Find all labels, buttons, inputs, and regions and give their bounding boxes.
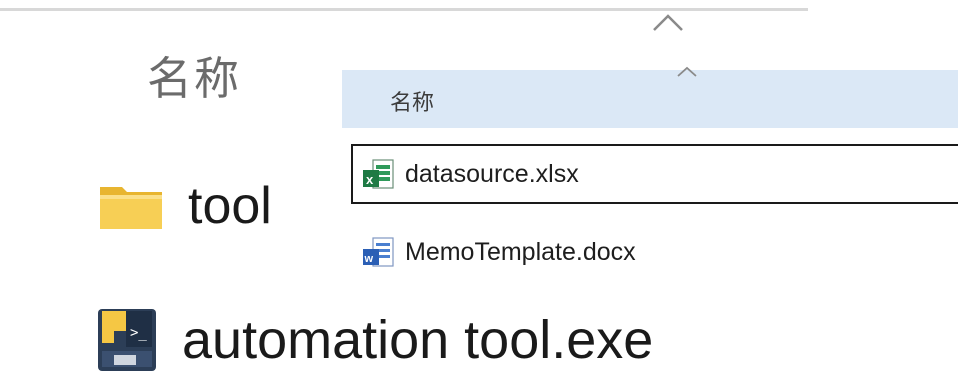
list-item-docx[interactable]: w MemoTemplate.docx xyxy=(361,224,636,280)
excel-file-icon: x xyxy=(361,157,395,191)
svg-text:w: w xyxy=(364,253,374,265)
column-header-name[interactable]: 名称 xyxy=(390,85,434,117)
sort-ascending-icon[interactable] xyxy=(652,12,684,32)
back-column-header-name[interactable]: 名称 xyxy=(147,42,241,107)
file-name: datasource.xlsx xyxy=(405,159,579,188)
python-exe-icon: >_ xyxy=(96,307,158,373)
list-item-executable[interactable]: >_ automation tool.exe xyxy=(96,305,653,375)
svg-text:>_: >_ xyxy=(130,325,147,341)
file-name: MemoTemplate.docx xyxy=(405,237,636,266)
sort-ascending-icon[interactable] xyxy=(676,66,698,78)
word-file-icon: w xyxy=(361,235,395,269)
back-header-divider xyxy=(0,8,808,11)
list-item-xlsx-selected[interactable]: x datasource.xlsx xyxy=(351,144,958,204)
front-column-header[interactable]: 名称 xyxy=(342,66,958,128)
file-name: tool xyxy=(188,177,272,235)
list-item-folder[interactable]: tool xyxy=(100,176,272,236)
svg-text:x: x xyxy=(366,172,374,187)
folder-icon xyxy=(100,183,162,229)
file-name: automation tool.exe xyxy=(182,310,654,370)
